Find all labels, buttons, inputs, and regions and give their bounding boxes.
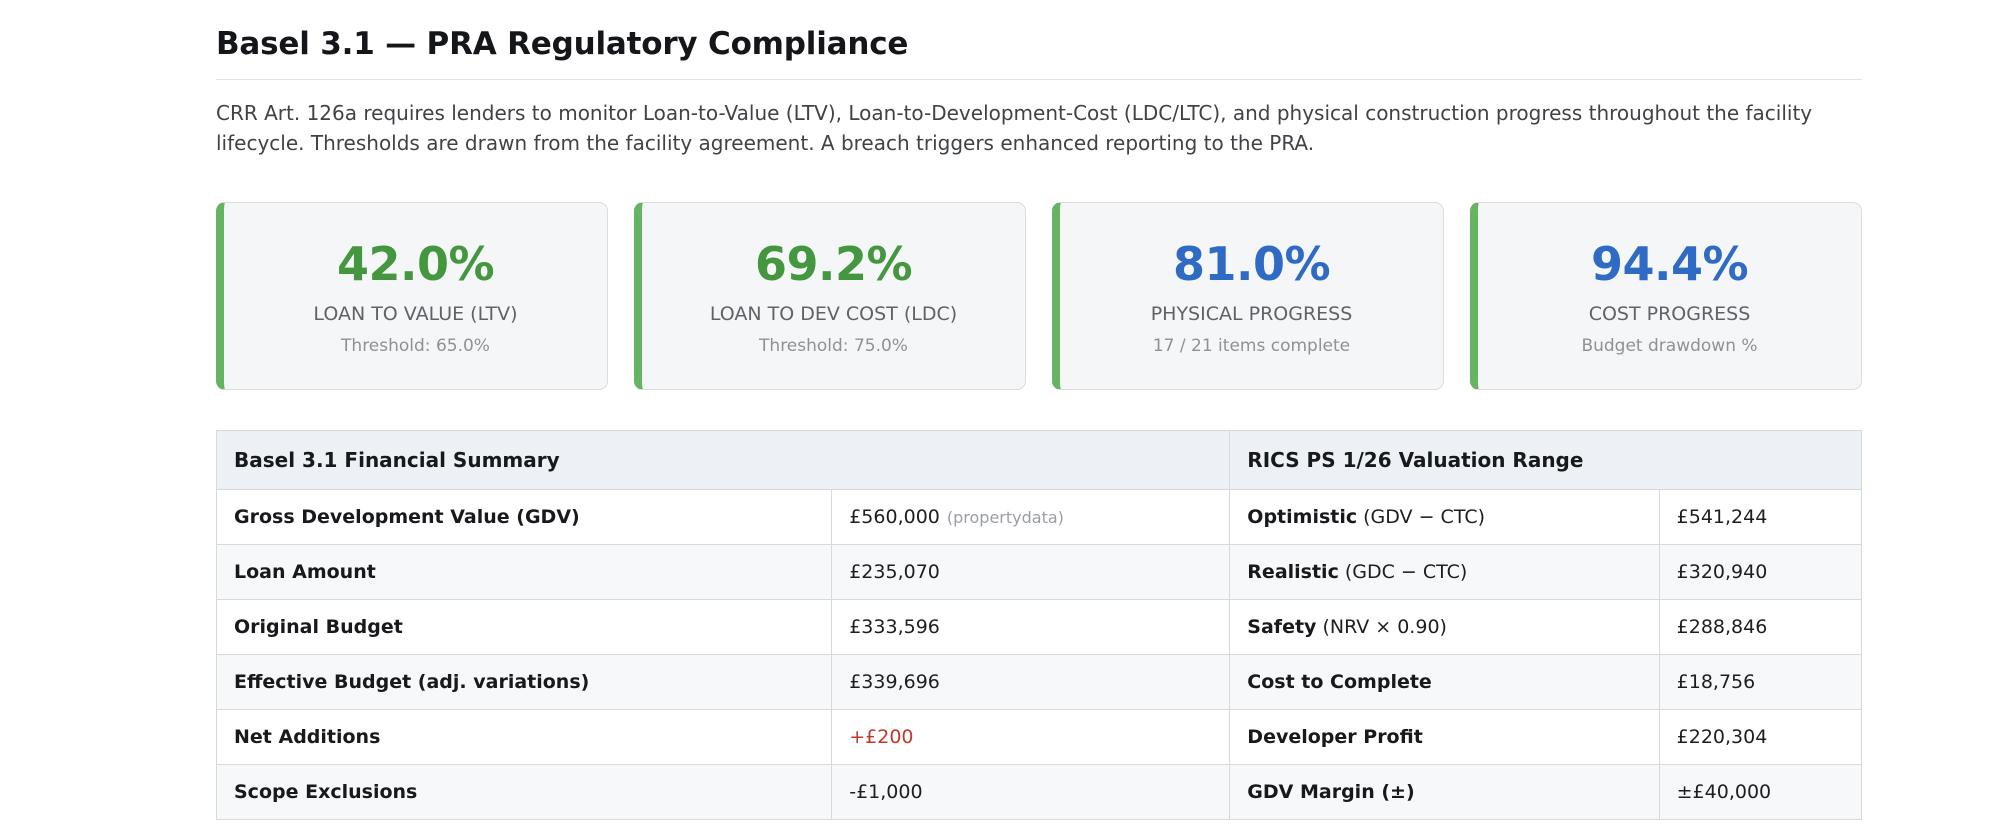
kpi-value: 42.0% bbox=[336, 236, 495, 291]
header-valuation-range: RICS PS 1/26 Valuation Range bbox=[1229, 430, 1862, 491]
metric-value-cell: £333,596 bbox=[831, 599, 1231, 656]
kpi-sub: Threshold: 75.0% bbox=[759, 335, 908, 356]
metric-value: -£1,000 bbox=[849, 781, 923, 804]
page-title: Basel 3.1 — PRA Regulatory Compliance bbox=[216, 26, 1862, 80]
kpi-card: 81.0% PHYSICAL PROGRESS 17 / 21 items co… bbox=[1052, 202, 1444, 391]
valuation-label-cell: Safety (NRV × 0.90) bbox=[1229, 599, 1660, 656]
metric-value: +£200 bbox=[849, 726, 914, 749]
metric-value-cell: £339,696 bbox=[831, 654, 1231, 711]
valuation-label-bold: GDV Margin (±) bbox=[1247, 781, 1415, 804]
metric-value: £560,000 bbox=[849, 506, 940, 529]
valuation-value: £220,304 bbox=[1658, 709, 1863, 766]
valuation-label-bold: Developer Profit bbox=[1247, 726, 1423, 749]
kpi-cards: 42.0% LOAN TO VALUE (LTV) Threshold: 65.… bbox=[216, 202, 1862, 391]
kpi-card: 42.0% LOAN TO VALUE (LTV) Threshold: 65.… bbox=[216, 202, 608, 391]
valuation-label-cell: Cost to Complete bbox=[1229, 654, 1660, 711]
kpi-label: PHYSICAL PROGRESS bbox=[1150, 302, 1353, 325]
valuation-label-cell: Optimistic (GDV − CTC) bbox=[1229, 489, 1660, 546]
table-body: Gross Development Value (GDV) £560,000 (p… bbox=[215, 489, 1863, 821]
header-financial-summary: Basel 3.1 Financial Summary bbox=[215, 430, 1231, 491]
valuation-label-bold: Cost to Complete bbox=[1247, 671, 1432, 694]
kpi-sub: Budget drawdown % bbox=[1581, 335, 1758, 356]
valuation-value: £320,940 bbox=[1658, 544, 1863, 601]
valuation-value: ±£40,000 bbox=[1658, 764, 1863, 821]
table-row: Original Budget £333,596 Safety (NRV × 0.… bbox=[215, 599, 1863, 656]
valuation-value: £18,756 bbox=[1658, 654, 1863, 711]
metric-value-cell: £235,070 bbox=[831, 544, 1231, 601]
metric-label: Original Budget bbox=[215, 599, 833, 656]
kpi-card: 94.4% COST PROGRESS Budget drawdown % bbox=[1470, 202, 1862, 391]
page-container: Basel 3.1 — PRA Regulatory Compliance CR… bbox=[215, 0, 1863, 821]
kpi-card: 69.2% LOAN TO DEV COST (LDC) Threshold: … bbox=[634, 202, 1026, 391]
valuation-value: £541,244 bbox=[1658, 489, 1863, 546]
valuation-label-bold: Safety bbox=[1247, 616, 1317, 639]
table-row: Scope Exclusions -£1,000 GDV Margin (±) … bbox=[215, 764, 1863, 821]
kpi-sub: 17 / 21 items complete bbox=[1152, 335, 1351, 356]
kpi-label: LOAN TO VALUE (LTV) bbox=[313, 302, 518, 325]
metric-value-note: (propertydata) bbox=[946, 508, 1064, 528]
metric-value-cell: +£200 bbox=[831, 709, 1231, 766]
kpi-label: LOAN TO DEV COST (LDC) bbox=[709, 302, 958, 325]
metric-value: £333,596 bbox=[849, 616, 940, 639]
kpi-value: 69.2% bbox=[754, 236, 913, 291]
kpi-label: COST PROGRESS bbox=[1588, 302, 1751, 325]
intro-paragraph: CRR Art. 126a requires lenders to monito… bbox=[216, 101, 1813, 155]
table-row: Net Additions +£200 Developer Profit £22… bbox=[215, 709, 1863, 766]
metric-label: Scope Exclusions bbox=[215, 764, 833, 821]
valuation-label-normal: (GDV − CTC) bbox=[1363, 506, 1485, 529]
table-row: Loan Amount £235,070 Realistic (GDC − CTC… bbox=[215, 544, 1863, 601]
valuation-value: £288,846 bbox=[1658, 599, 1863, 656]
financial-table: Basel 3.1 Financial Summary RICS PS 1/26… bbox=[215, 430, 1863, 821]
table-row: Gross Development Value (GDV) £560,000 (p… bbox=[215, 489, 1863, 546]
kpi-value: 94.4% bbox=[1590, 236, 1749, 291]
kpi-value: 81.0% bbox=[1172, 236, 1331, 291]
valuation-label-cell: GDV Margin (±) bbox=[1229, 764, 1660, 821]
valuation-label-bold: Realistic bbox=[1247, 561, 1339, 584]
metric-label: Gross Development Value (GDV) bbox=[215, 489, 833, 546]
table-header-row: Basel 3.1 Financial Summary RICS PS 1/26… bbox=[215, 430, 1862, 491]
kpi-sub: Threshold: 65.0% bbox=[341, 335, 490, 356]
metric-value-cell: -£1,000 bbox=[831, 764, 1231, 821]
metric-label: Effective Budget (adj. variations) bbox=[215, 654, 833, 711]
metric-value-cell: £560,000 (propertydata) bbox=[831, 489, 1231, 546]
metric-value: £339,696 bbox=[849, 671, 940, 694]
valuation-label-cell: Realistic (GDC − CTC) bbox=[1229, 544, 1660, 601]
metric-value: £235,070 bbox=[849, 561, 940, 584]
table-row: Effective Budget (adj. variations) £339,… bbox=[215, 654, 1863, 711]
metric-label: Loan Amount bbox=[215, 544, 833, 601]
metric-label: Net Additions bbox=[215, 709, 833, 766]
valuation-label-bold: Optimistic bbox=[1247, 506, 1358, 529]
valuation-label-normal: (GDC − CTC) bbox=[1344, 561, 1468, 584]
valuation-label-cell: Developer Profit bbox=[1229, 709, 1660, 766]
valuation-label-normal: (NRV × 0.90) bbox=[1322, 616, 1447, 639]
